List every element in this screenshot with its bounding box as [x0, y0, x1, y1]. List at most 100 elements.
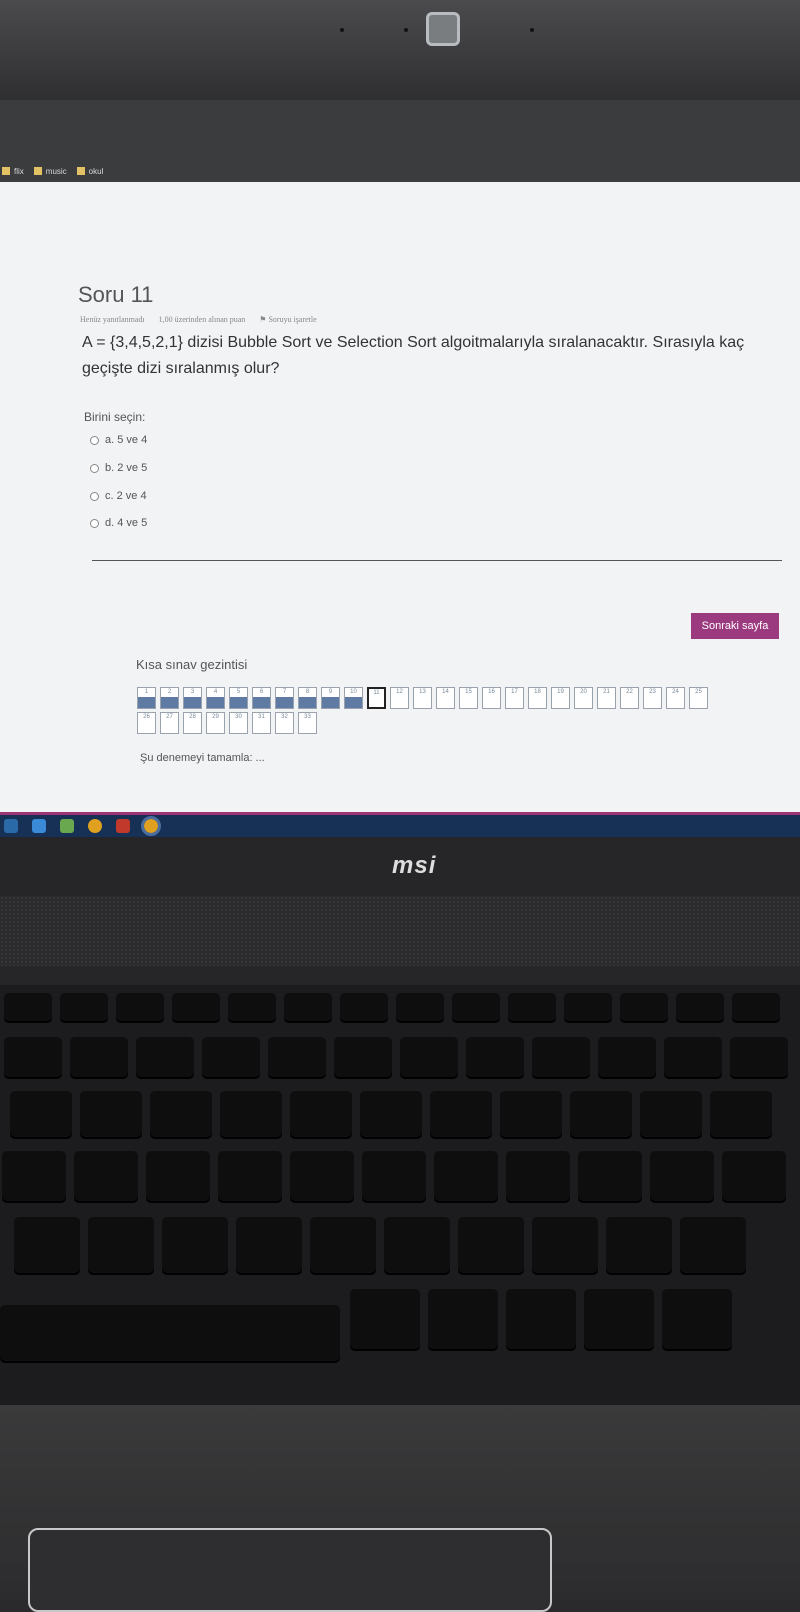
chrome-active-icon[interactable] [141, 816, 161, 836]
keyboard-key [80, 1091, 142, 1137]
quiz-nav-button[interactable]: 27 [160, 712, 179, 734]
quiz-nav-button[interactable]: 29 [206, 712, 225, 734]
quiz-nav-button[interactable]: 10 [344, 687, 363, 709]
keyboard-key [172, 993, 220, 1021]
next-page-button[interactable]: Sonraki sayfa [691, 613, 779, 639]
flag-question-link[interactable]: ⚑ Soruyu işaretle [259, 315, 316, 324]
keyboard-key [202, 1037, 260, 1077]
quiz-nav-button[interactable]: 6 [252, 687, 271, 709]
sensor-dot [404, 28, 408, 32]
laptop-top-bezel [0, 0, 800, 100]
quiz-nav-button[interactable]: 15 [459, 687, 478, 709]
keyboard-key [162, 1217, 228, 1273]
finish-attempt-link[interactable]: Şu denemeyi tamamla: ... [140, 752, 265, 764]
quiz-nav-button[interactable]: 20 [574, 687, 593, 709]
touchpad[interactable] [28, 1528, 552, 1612]
bookmark-item[interactable]: music [33, 167, 67, 176]
quiz-nav-button[interactable]: 2 [160, 687, 179, 709]
quiz-navigation-title: Kısa sınav gezintisi [136, 657, 248, 672]
quiz-nav-button[interactable]: 23 [643, 687, 662, 709]
bookmarks-bar: flix music okul [0, 160, 800, 182]
keyboard-key [506, 1151, 570, 1201]
app-icon[interactable] [32, 819, 46, 833]
quiz-nav-button[interactable]: 14 [436, 687, 455, 709]
sensor-dot [340, 28, 344, 32]
answer-status: Henüz yanıtlanmadı [80, 315, 145, 324]
quiz-nav-button[interactable]: 9 [321, 687, 340, 709]
keyboard-key [506, 1289, 576, 1349]
keyboard-key [680, 1217, 746, 1273]
quiz-nav-button[interactable]: 28 [183, 712, 202, 734]
navigation-row: 1 2 3 4 5 6 7 8 9 10 11 12 13 14 15 16 17 18 19 20 21 22 23 24 2… [137, 687, 737, 709]
keyboard-key [730, 1037, 788, 1077]
keyboard-key [228, 993, 276, 1021]
keyboard-key [14, 1217, 80, 1273]
keyboard-key [284, 993, 332, 1021]
navigation-row: 26 27 28 29 30 31 32 33 [137, 712, 737, 734]
quiz-nav-button[interactable]: 17 [505, 687, 524, 709]
app-icon[interactable] [4, 819, 18, 833]
app-icon[interactable] [116, 819, 130, 833]
keyboard-key [310, 1217, 376, 1273]
keyboard-key [732, 993, 780, 1021]
bookmark-item[interactable]: okul [76, 167, 103, 176]
quiz-nav-button[interactable]: 33 [298, 712, 317, 734]
radio-button[interactable] [90, 435, 99, 445]
quiz-nav-button[interactable]: 7 [275, 687, 294, 709]
keyboard-key [400, 1037, 458, 1077]
keyboard-key [146, 1151, 210, 1201]
quiz-nav-button[interactable]: 12 [390, 687, 409, 709]
bookmark-item[interactable]: flix [2, 167, 24, 176]
quiz-nav-button[interactable]: 8 [298, 687, 317, 709]
quiz-nav-button[interactable]: 25 [689, 687, 708, 709]
chrome-icon[interactable] [88, 819, 102, 833]
keyboard-key [236, 1217, 302, 1273]
points-info: 1,00 üzerinden alınan puan [158, 315, 246, 324]
quiz-nav-button[interactable]: 1 [137, 687, 156, 709]
keyboard-key [360, 1091, 422, 1137]
quiz-nav-button[interactable]: 18 [528, 687, 547, 709]
quiz-nav-button[interactable]: 5 [229, 687, 248, 709]
keyboard-key [664, 1037, 722, 1077]
keyboard-key [10, 1091, 72, 1137]
answer-option[interactable]: b. 2 ve 5 [90, 462, 147, 474]
quiz-nav-button[interactable]: 22 [620, 687, 639, 709]
choose-label: Birini seçin: [84, 410, 146, 424]
keyboard-key [458, 1217, 524, 1273]
radio-button[interactable] [90, 491, 99, 501]
answer-option[interactable]: a. 5 ve 4 [90, 434, 147, 446]
quiz-nav-button[interactable]: 32 [275, 712, 294, 734]
keyboard-key [384, 1217, 450, 1273]
divider [92, 560, 782, 561]
folder-icon [2, 167, 10, 175]
quiz-nav-button[interactable]: 16 [482, 687, 501, 709]
quiz-navigation: 1 2 3 4 5 6 7 8 9 10 11 12 13 14 15 16 17 18 19 20 21 22 23 24 2… [137, 687, 737, 737]
keyboard-key [362, 1151, 426, 1201]
quiz-nav-button[interactable]: 21 [597, 687, 616, 709]
quiz-nav-button[interactable]: 11 [367, 687, 386, 709]
quiz-nav-button[interactable]: 26 [137, 712, 156, 734]
keyboard-key [640, 1091, 702, 1137]
quiz-nav-button[interactable]: 3 [183, 687, 202, 709]
keyboard-key [88, 1217, 154, 1273]
quiz-nav-button[interactable]: 31 [252, 712, 271, 734]
quiz-nav-button[interactable]: 30 [229, 712, 248, 734]
answer-option[interactable]: d. 4 ve 5 [90, 517, 147, 529]
keyboard-key [532, 1217, 598, 1273]
taskbar [0, 812, 800, 837]
quiz-nav-button[interactable]: 13 [413, 687, 432, 709]
app-icon[interactable] [60, 819, 74, 833]
quiz-nav-button[interactable]: 24 [666, 687, 685, 709]
answer-option[interactable]: c. 2 ve 4 [90, 490, 147, 502]
radio-button[interactable] [90, 463, 99, 473]
keyboard-key [60, 993, 108, 1021]
keyboard-key [564, 993, 612, 1021]
quiz-nav-button[interactable]: 19 [551, 687, 570, 709]
brand-logo: msi [392, 852, 437, 879]
quiz-nav-button[interactable]: 4 [206, 687, 225, 709]
keyboard-key [570, 1091, 632, 1137]
keyboard-key [722, 1151, 786, 1201]
keyboard-key [466, 1037, 524, 1077]
radio-button[interactable] [90, 518, 99, 528]
question-text: A = {3,4,5,2,1} dizisi Bubble Sort ve Se… [82, 334, 745, 377]
